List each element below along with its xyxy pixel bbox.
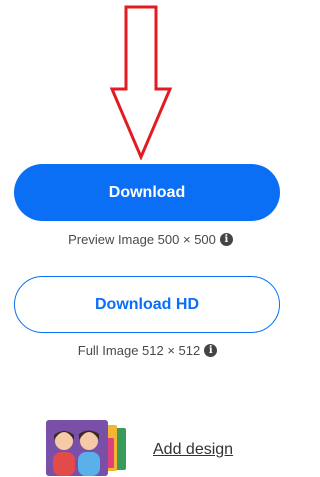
- download-button[interactable]: Download: [14, 164, 280, 221]
- info-icon[interactable]: i: [219, 233, 233, 246]
- add-design-link[interactable]: Add design: [153, 441, 233, 459]
- preview-image-text: Preview Image 500 × 500: [68, 232, 216, 247]
- design-thumbnails[interactable]: [44, 418, 144, 477]
- download-button-label: Download: [108, 183, 186, 201]
- full-image-text: Full Image 512 × 512: [77, 343, 201, 358]
- full-image-caption: Full Image 512 × 512 i: [0, 343, 281, 358]
- down-arrow-icon: [109, 5, 173, 160]
- info-icon[interactable]: i: [204, 344, 218, 357]
- design-thumbnail-image: [46, 420, 126, 476]
- download-hd-button-label: Download HD: [95, 295, 199, 313]
- download-hd-button[interactable]: Download HD: [14, 276, 280, 333]
- download-panel: Download Preview Image 500 × 500 i Downl…: [0, 0, 281, 477]
- preview-image-caption: Preview Image 500 × 500 i: [0, 232, 281, 247]
